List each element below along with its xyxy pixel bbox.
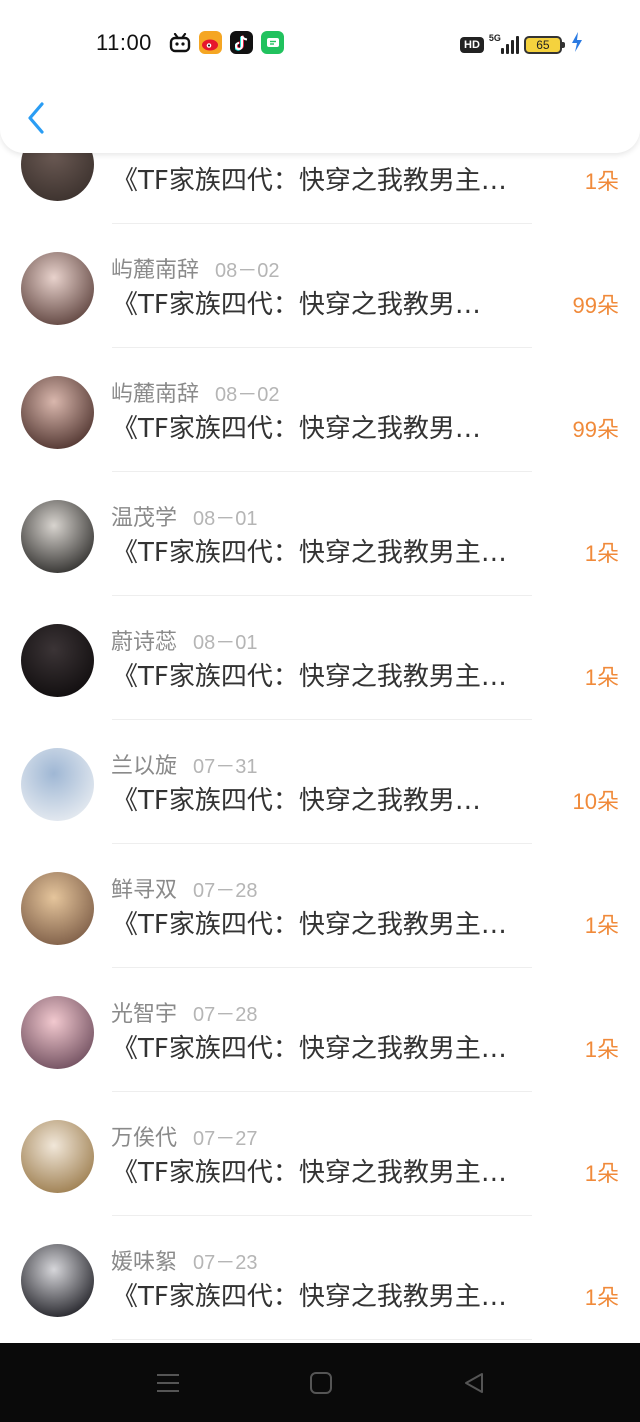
avatar[interactable] (21, 872, 94, 945)
sender-line: 光智宇 07－28 (111, 996, 258, 1028)
sender-line: 鲜寻双 07－28 (111, 872, 258, 904)
book-title[interactable]: 《TF家族四代：快穿之我教男主… (112, 1276, 552, 1313)
sender-name[interactable]: 蔚诗蕊 (111, 624, 177, 656)
avatar[interactable] (21, 376, 94, 449)
book-title[interactable]: 《TF家族四代：快穿之我教男… (112, 780, 552, 817)
list-item[interactable]: 万俟代 07－27 《TF家族四代：快穿之我教男主… 1朵 (0, 1092, 640, 1216)
status-bar: 11:00 HD 5G 65 (0, 22, 640, 62)
flower-count: 99朵 (572, 417, 619, 442)
list-item[interactable]: 光智宇 07－28 《TF家族四代：快穿之我教男主… 1朵 (0, 968, 640, 1092)
sender-name[interactable]: 兰以旋 (111, 748, 177, 780)
sent-date: 08－01 (193, 632, 258, 654)
avatar[interactable] (21, 252, 94, 325)
sender-name[interactable]: 屿麓南辞 (111, 376, 199, 408)
notification-icons (168, 31, 284, 54)
sender-name[interactable]: 温茂学 (111, 500, 177, 532)
list-item[interactable]: 媛味絮 07－23 《TF家族四代：快穿之我教男主… 1朵 (0, 1216, 640, 1340)
avatar[interactable] (21, 500, 94, 573)
sender-name[interactable]: 光智宇 (111, 996, 177, 1028)
back-nav-button[interactable] (456, 1367, 492, 1399)
network-type: 5G (488, 32, 501, 43)
avatar[interactable] (21, 748, 94, 821)
signal-icon: 5G (488, 32, 519, 54)
sender-line: 屿麓南辞 08－02 (111, 376, 280, 408)
menu-icon (157, 1374, 179, 1392)
avatar[interactable] (21, 1120, 94, 1193)
book-title[interactable]: 《TF家族四代：快穿之我教男主… (112, 1152, 552, 1189)
list-item[interactable]: 屿麓南辞 08－02 《TF家族四代：快穿之我教男… 99朵 (0, 348, 640, 472)
sender-name[interactable]: 屿麓南辞 (111, 252, 199, 284)
flower-count: 1朵 (584, 1037, 619, 1062)
tiktok-icon (230, 31, 253, 54)
header-card: 11:00 HD 5G 65 (0, 0, 640, 153)
flower-count: 1朵 (584, 1161, 619, 1186)
avatar[interactable] (21, 1244, 94, 1317)
status-indicators: HD 5G 65 (460, 32, 583, 57)
list-item[interactable]: 蔚诗蕊 08－01 《TF家族四代：快穿之我教男主… 1朵 (0, 596, 640, 720)
book-title[interactable]: 《TF家族四代：快穿之我教男主… (112, 1028, 552, 1065)
sender-line: 温茂学 08－01 (111, 500, 258, 532)
sender-line: 万俟代 07－27 (111, 1120, 258, 1152)
weibo-icon (199, 31, 222, 54)
book-title[interactable]: 《TF家族四代：快穿之我教男主… (112, 160, 552, 197)
book-title[interactable]: 《TF家族四代：快穿之我教男… (112, 284, 552, 321)
bilibili-icon (168, 31, 191, 54)
home-icon (310, 1372, 332, 1394)
home-button[interactable] (303, 1367, 339, 1399)
book-title[interactable]: 《TF家族四代：快穿之我教男主… (112, 656, 552, 693)
sender-line: 蔚诗蕊 08－01 (111, 624, 258, 656)
flower-count: 99朵 (572, 293, 619, 318)
back-triangle-icon (465, 1373, 483, 1393)
charging-icon (571, 32, 583, 57)
list-item[interactable]: 温茂学 08－01 《TF家族四代：快穿之我教男主… 1朵 (0, 472, 640, 596)
book-title[interactable]: 《TF家族四代：快穿之我教男主… (112, 904, 552, 941)
hd-badge: HD (460, 36, 484, 53)
battery-level: 65 (536, 37, 550, 52)
back-button[interactable] (18, 96, 54, 140)
sent-date: 07－31 (193, 756, 258, 778)
sender-name[interactable]: 万俟代 (111, 1120, 177, 1152)
flower-count: 10朵 (572, 789, 619, 814)
row-divider (112, 1339, 532, 1340)
status-time: 11:00 (96, 30, 152, 55)
messages-icon (261, 31, 284, 54)
sender-name[interactable]: 鲜寻双 (111, 872, 177, 904)
list-item[interactable]: 屿麓南辞 08－02 《TF家族四代：快穿之我教男… 99朵 (0, 224, 640, 348)
sent-date: 07－28 (193, 1004, 258, 1026)
flower-count: 1朵 (584, 913, 619, 938)
book-title[interactable]: 《TF家族四代：快穿之我教男主… (112, 532, 552, 569)
flower-count: 1朵 (584, 541, 619, 566)
flower-count: 1朵 (584, 169, 619, 194)
avatar[interactable] (21, 996, 94, 1069)
system-navbar (0, 1343, 640, 1422)
sent-date: 08－01 (193, 508, 258, 530)
sent-date: 07－27 (193, 1128, 258, 1150)
battery-icon: 65 (523, 35, 565, 54)
menu-button[interactable] (150, 1367, 186, 1399)
list-item[interactable]: 兰以旋 07－31 《TF家族四代：快穿之我教男… 10朵 (0, 720, 640, 844)
avatar[interactable] (21, 624, 94, 697)
chevron-left-icon (28, 102, 44, 134)
sent-date: 07－23 (193, 1252, 258, 1274)
book-title[interactable]: 《TF家族四代：快穿之我教男… (112, 408, 552, 445)
sender-line: 屿麓南辞 08－02 (111, 252, 280, 284)
sender-name[interactable]: 媛味絮 (111, 1244, 177, 1276)
flower-count: 1朵 (584, 1285, 619, 1310)
sent-date: 08－02 (215, 384, 280, 406)
sender-line: 兰以旋 07－31 (111, 748, 258, 780)
sent-date: 07－28 (193, 880, 258, 902)
flower-count: 1朵 (584, 665, 619, 690)
sender-line: 媛味絮 07－23 (111, 1244, 258, 1276)
sent-date: 08－02 (215, 260, 280, 282)
list-item[interactable]: 鲜寻双 07－28 《TF家族四代：快穿之我教男主… 1朵 (0, 844, 640, 968)
